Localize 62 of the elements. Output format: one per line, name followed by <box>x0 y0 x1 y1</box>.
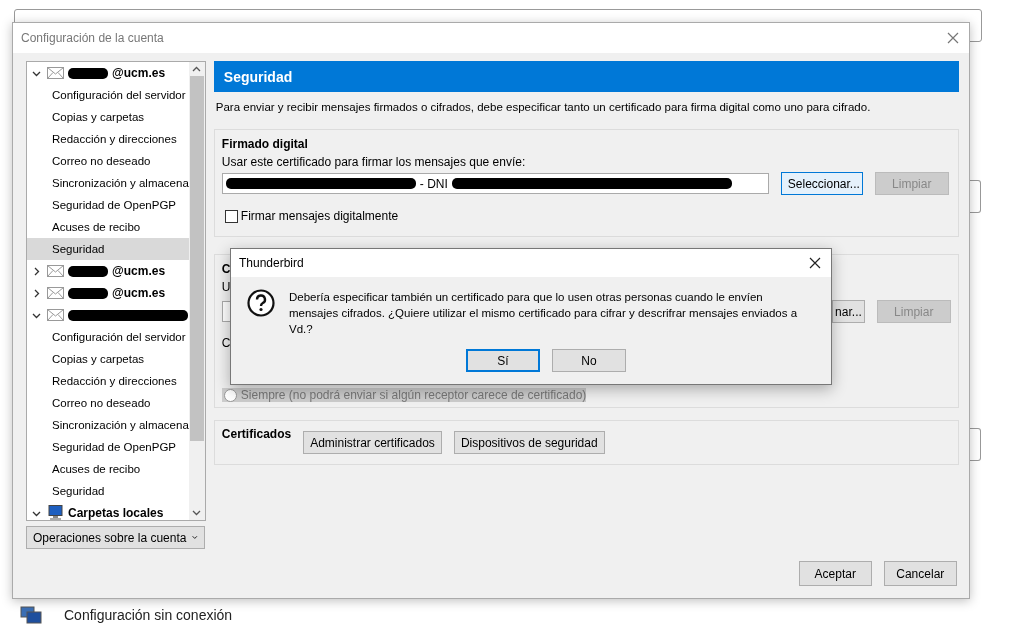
offline-settings-label[interactable]: Configuración sin conexión <box>64 607 233 623</box>
chevron-right-icon[interactable] <box>32 288 41 298</box>
dialog-button[interactable]: No <box>552 349 626 372</box>
tree-item[interactable]: Carpetas locales <box>27 502 189 520</box>
tree-item[interactable]: @ucm.es <box>27 282 189 304</box>
description-text: Para enviar y recibir mensajes firmados o cifrados, debe especificar tanto un certificado para firma digital como uno para cifrado. <box>215 101 872 113</box>
scroll-up-icon[interactable] <box>192 66 202 72</box>
options-label: C <box>221 336 231 350</box>
certificates-button[interactable]: Dispositivos de seguridad <box>453 431 605 454</box>
envelope-icon <box>47 309 64 321</box>
tree-item[interactable]: @ucm.es <box>27 260 189 282</box>
checkbox-label[interactable]: Firmar mensajes digitalmente <box>240 209 399 223</box>
scrollbar[interactable] <box>188 62 205 520</box>
dialog-button[interactable]: Cancelar <box>883 561 957 586</box>
tree-item[interactable]: Seguridad <box>27 480 189 502</box>
tree-item[interactable]: Seguridad de OpenPGP <box>27 436 189 458</box>
envelope-icon <box>47 265 64 277</box>
dialog-button[interactable]: Aceptar <box>798 561 872 586</box>
tree-item[interactable]: Copias y carpetas <box>27 348 189 370</box>
account-label: @ucm.es <box>112 66 166 80</box>
tree-item[interactable]: Configuración del servidor <box>27 84 189 106</box>
account-label: Carpetas locales <box>68 506 164 520</box>
tree-item[interactable]: Correo no deseado <box>27 392 189 414</box>
certificates-button[interactable]: Administrar certificados <box>303 431 442 454</box>
tree-item[interactable]: @ucm.es <box>27 62 189 84</box>
tree-item[interactable]: Acuses de recibo <box>27 216 189 238</box>
select-button[interactable]: Seleccionar... <box>780 172 863 195</box>
tree-item[interactable]: Redacción y direcciones <box>27 128 189 150</box>
window-title: Configuración de la cuenta <box>21 31 164 45</box>
tree-item[interactable]: Sincronización y almacena <box>27 414 189 436</box>
close-icon[interactable] <box>809 257 821 269</box>
account-label: @ucm.es <box>112 286 166 300</box>
section-header: Seguridad <box>213 61 959 92</box>
tree-item[interactable]: Redacción y direcciones <box>27 370 189 392</box>
select-button[interactable]: nar... <box>831 300 865 323</box>
tree-item[interactable]: Seguridad <box>27 238 189 260</box>
scrollbar-thumb[interactable] <box>189 76 204 441</box>
account-label: @ucm.es <box>112 264 166 278</box>
tree-item[interactable]: Correo no deseado <box>27 150 189 172</box>
envelope-icon <box>47 287 64 299</box>
account-actions-button[interactable]: Operaciones sobre la cuenta <box>26 526 205 549</box>
checkbox[interactable] <box>224 209 238 223</box>
tree-item[interactable]: Seguridad de OpenPGP <box>27 194 189 216</box>
dialog-title: Thunderbird <box>239 256 304 270</box>
tree-item[interactable]: Configuración del servidor <box>27 326 189 348</box>
computers-icon <box>20 606 42 624</box>
envelope-icon <box>47 67 64 79</box>
group-heading: Firmado digital <box>221 137 308 151</box>
tree-item[interactable]: Acuses de recibo <box>27 458 189 480</box>
question-icon <box>247 289 275 317</box>
certificate-label: U <box>221 280 231 294</box>
chevron-down-icon <box>192 534 198 541</box>
dialog-message: Debería especificar también un certificado para que lo usen otras personas cuando le envíen mensajes cifrados. ¿Quiere utilizar el mismo certificado para cifrar y descrifrar mensajes enviados a Vd.? <box>289 290 799 337</box>
chevron-right-icon[interactable] <box>32 266 41 276</box>
group-heading: Certificados <box>221 427 292 441</box>
tree-item[interactable]: Sincronización y almacena <box>27 172 189 194</box>
group-heading: C <box>221 262 231 276</box>
dialog-button[interactable]: Sí <box>466 349 540 372</box>
tree-item[interactable]: Copias y carpetas <box>27 106 189 128</box>
certificate-label: Usar este certificado para firmar los mensajes que envíe: <box>221 155 526 169</box>
scroll-down-icon[interactable] <box>192 510 202 516</box>
certificate-field[interactable]: - DNI <box>221 173 769 194</box>
